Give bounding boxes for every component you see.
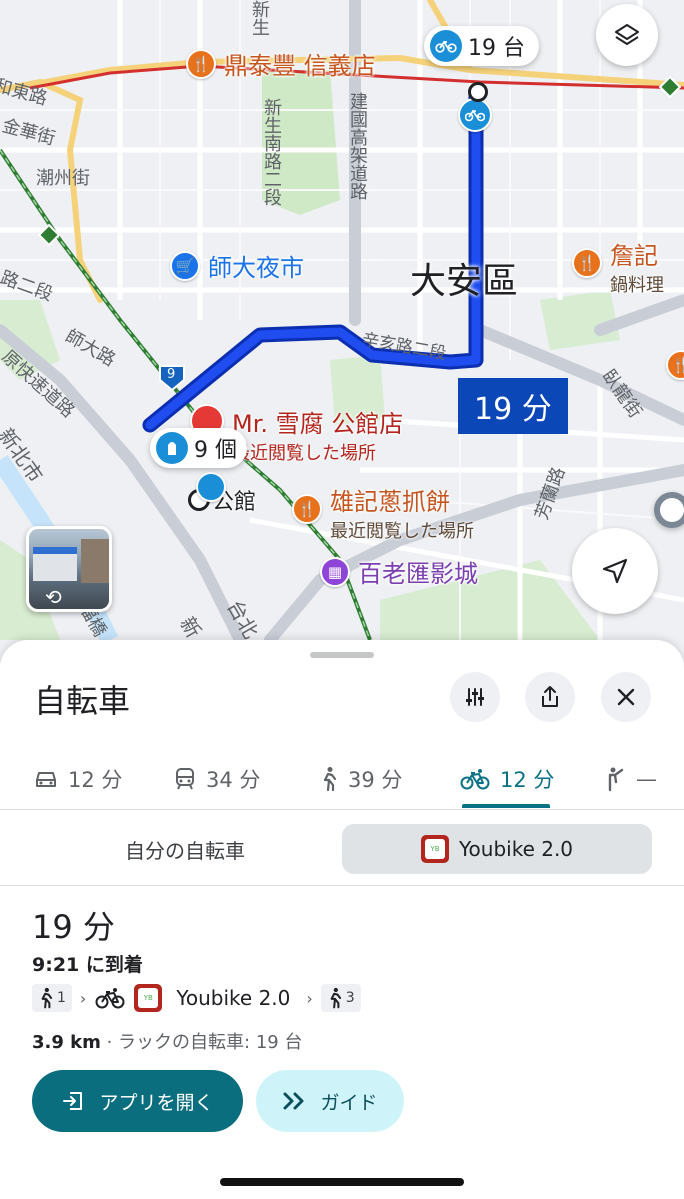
divider <box>0 885 684 886</box>
poi-subtitle: 最近閲覧した場所 <box>232 443 376 464</box>
close-button[interactable] <box>601 672 651 722</box>
poi-name: 詹記 <box>610 242 658 270</box>
recenter-button[interactable] <box>572 528 658 614</box>
restaurant-icon: 🍴 <box>186 48 216 79</box>
poi-name: 師大夜市 <box>208 254 304 282</box>
directions-sheet: 自転車 12 分 34 分 39 分 12 分 — 自分の自転車 YB Youb… <box>0 640 684 1199</box>
restaurant-icon: 🍴 <box>292 494 322 524</box>
segment-label: 自分の自転車 <box>125 838 245 863</box>
walk-icon <box>41 987 53 1009</box>
walk-step-chip: 3 <box>320 984 361 1012</box>
shopping-cart-icon: 🛒 <box>170 250 200 281</box>
route-options-button[interactable] <box>450 672 500 722</box>
walk-minutes: 1 <box>57 990 66 1006</box>
route-duration: 19 分 <box>32 908 115 946</box>
youbike-logo-icon: YB <box>420 835 449 863</box>
restaurant-icon: 🍴 <box>572 248 602 278</box>
road-label: 新生 <box>249 0 270 36</box>
map-view[interactable]: 9 新生 新生南路二段 建國高架道路 和東路 金華街 潮州街 路二段 師大路 原… <box>0 0 684 690</box>
origin-dot <box>468 82 488 102</box>
bike-count: 19 台 <box>468 36 525 61</box>
mode-label: — <box>636 767 657 791</box>
button-label: ガイド <box>320 1091 378 1114</box>
rotate-360-icon: ⟲ <box>45 585 62 609</box>
poi-subtitle: 最近閲覧した場所 <box>330 521 474 542</box>
layers-icon <box>615 24 639 45</box>
train-icon <box>176 768 194 790</box>
dock-icon <box>156 432 188 464</box>
segment-own-bike[interactable]: 自分の自転車 <box>32 824 338 874</box>
car-icon <box>36 772 56 787</box>
poi-name: 鼎泰豐 信義店 <box>224 52 376 80</box>
share-icon <box>542 686 558 707</box>
rack-availability: · ラックの自転車: 19 台 <box>100 1032 303 1053</box>
district-label: 大安區 <box>410 261 519 302</box>
walk-icon <box>330 987 341 1009</box>
tune-icon <box>466 688 484 706</box>
dock-callout-destination[interactable]: 19 台 <box>424 26 539 66</box>
poi-name: 雄記蔥抓餅 <box>330 488 450 516</box>
poi-cinema[interactable]: ▦ 百老匯影城 <box>320 554 478 589</box>
poi-xiongji[interactable]: 🍴 雄記蔥抓餅 最近閲覧した場所 <box>292 482 474 543</box>
bike-dock-icon[interactable] <box>458 98 492 132</box>
chevron-right-icon: › <box>306 988 313 1008</box>
mode-label: 12 分 <box>68 768 123 792</box>
open-in-app-icon <box>63 1092 83 1110</box>
film-icon: ▦ <box>320 556 350 587</box>
guide-button[interactable]: ガイド <box>256 1070 404 1132</box>
mode-label: 39 分 <box>348 768 403 792</box>
walk-icon <box>323 767 337 792</box>
shield-label: 9 <box>167 367 176 382</box>
travel-mode-tabs: 12 分 34 分 39 分 12 分 — <box>0 748 684 810</box>
dock-callout-origin[interactable]: 9 個 <box>150 428 247 468</box>
open-app-button[interactable]: アプリを開く <box>32 1070 243 1132</box>
mode-label: 34 分 <box>206 768 261 792</box>
location-ring-icon <box>654 492 684 528</box>
poi-dintaifung[interactable]: 🍴 鼎泰豐 信義店 <box>186 46 376 81</box>
segment-label: Youbike 2.0 <box>458 837 574 861</box>
bike-icon <box>95 988 125 1009</box>
arrival-time: 9:21 に到着 <box>32 954 143 976</box>
button-label: アプリを開く <box>99 1091 214 1114</box>
road-label: 建國高架道路 <box>347 92 368 200</box>
home-indicator <box>220 1178 464 1186</box>
poi-shida-night-market[interactable]: 🛒 師大夜市 <box>170 248 304 283</box>
layers-button[interactable] <box>596 4 658 66</box>
bike-dock-icon[interactable] <box>196 472 226 502</box>
close-icon <box>617 688 635 706</box>
active-tab-indicator <box>462 804 550 808</box>
ride-icon <box>608 767 624 792</box>
tab-transit[interactable]: 34 分 <box>174 748 260 810</box>
tab-bike[interactable]: 12 分 <box>460 748 554 810</box>
route-distance: 3.9 km <box>32 1032 101 1053</box>
tab-ride-hailing[interactable]: — <box>604 748 657 810</box>
poi-name: Mr. 雪腐 公館店 <box>232 410 404 438</box>
road-label: 新生南路二段 <box>261 98 282 206</box>
poi-name: 百老匯影城 <box>358 560 478 588</box>
sheet-title: 自転車 <box>34 682 131 720</box>
bike-icon <box>460 769 490 790</box>
segment-youbike[interactable]: YB Youbike 2.0 <box>342 824 652 874</box>
street-view-thumbnail[interactable]: ⟲ <box>26 526 112 612</box>
dock-count: 9 個 <box>194 438 237 463</box>
poi-yuanji[interactable]: 🍴 詹記 鍋料理 <box>572 236 664 297</box>
share-button[interactable] <box>525 672 575 722</box>
bike-icon <box>430 30 462 62</box>
walk-minutes: 3 <box>345 990 355 1006</box>
poi-subtitle: 鍋料理 <box>610 275 664 296</box>
walk-step-chip: 1 <box>32 984 72 1012</box>
route-time-label[interactable]: 19 分 <box>458 378 568 434</box>
service-name: Youbike 2.0 <box>176 986 291 1010</box>
route-meta: 3.9 km · ラックの自転車: 19 台 <box>32 1028 302 1054</box>
youbike-logo-icon: YB <box>134 984 163 1012</box>
double-chevron-icon <box>283 1092 304 1110</box>
chevron-right-icon: › <box>79 988 87 1008</box>
route-steps: 1 › YB Youbike 2.0 › 3 <box>32 984 361 1012</box>
drag-handle[interactable] <box>310 652 374 658</box>
road-label: 潮州街 <box>36 168 90 189</box>
tab-walk[interactable]: 39 分 <box>320 748 402 810</box>
tab-drive[interactable]: 12 分 <box>34 748 122 810</box>
mode-label: 12 分 <box>500 768 555 792</box>
navigation-arrow-icon <box>602 558 628 584</box>
